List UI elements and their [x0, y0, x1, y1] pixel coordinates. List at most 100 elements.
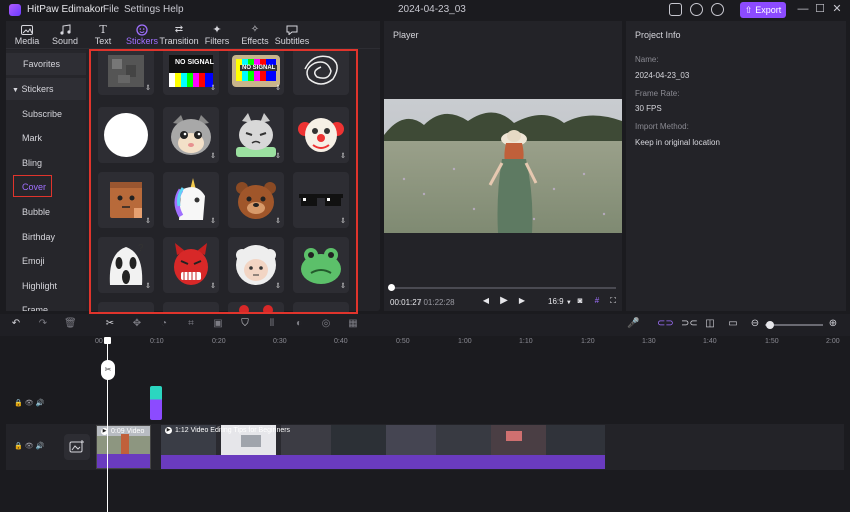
sticker-partial[interactable] — [163, 302, 219, 312]
download-icon: ⇩ — [210, 218, 216, 225]
video-clip[interactable]: ▶ 1:12 Video Editing Tips for Beginners — [161, 425, 605, 469]
sticker-partial[interactable] — [228, 302, 284, 312]
sticker-partial[interactable] — [293, 302, 349, 312]
video-track-controls[interactable]: 🔒 👁 🔊 — [14, 442, 44, 450]
tick-label: 1:20 — [581, 338, 595, 345]
zoom-in-icon[interactable]: ⊕ — [827, 318, 839, 330]
sticker-scribble[interactable] — [293, 51, 349, 95]
download-icon: ⇩ — [275, 283, 281, 290]
sticker-clown[interactable]: ⇩ — [293, 107, 349, 163]
tool-text[interactable]: T Text — [92, 21, 114, 49]
delete-icon[interactable]: 🗑 — [64, 318, 77, 330]
download-icon[interactable] — [690, 3, 703, 16]
sticker-red-devil[interactable]: ⇩ — [163, 237, 219, 293]
tool-filters[interactable]: ✦ Filters — [204, 21, 230, 49]
account-icon[interactable] — [711, 3, 724, 16]
sticker-pixel-sunglasses[interactable]: ⇩ — [293, 172, 349, 228]
preview-quality-icon[interactable]: ▭ — [727, 318, 739, 330]
tick-label: 0:20 — [212, 338, 226, 345]
video-clip[interactable]: ▶ 0:09 Video — [96, 425, 151, 469]
sticker-unicorn[interactable]: ⇩ — [163, 172, 219, 228]
sticker-no-signal-bars[interactable]: NO SIGNAL ⇩ — [163, 51, 219, 95]
sidebar-item-bubble[interactable]: Bubble — [6, 201, 86, 223]
tool-stickers[interactable]: Stickers — [126, 21, 158, 49]
crop-icon[interactable]: ⌗ — [185, 318, 197, 330]
minimize-icon[interactable]: — — [796, 2, 810, 16]
sidebar-item-subscribe[interactable]: Subscribe — [6, 103, 86, 125]
playback-progress-bar[interactable] — [390, 287, 616, 289]
mask-icon[interactable]: ⛉ — [239, 318, 251, 330]
tool-media[interactable]: Media — [14, 21, 40, 49]
sticker-pixel-mosaic[interactable]: ⇩ — [98, 51, 154, 95]
export-label: Export — [755, 5, 782, 15]
sidebar-item-bling[interactable]: Bling — [6, 152, 86, 174]
tool-subtitles[interactable]: Subtitles — [275, 21, 309, 49]
zoom-out-icon[interactable]: ⊖ — [749, 318, 761, 330]
sticker-green-frog[interactable]: ⇩ — [293, 237, 349, 293]
video-preview[interactable] — [384, 99, 622, 233]
snapshot-icon[interactable]: ◙ — [575, 296, 585, 306]
add-to-track-button[interactable] — [64, 434, 90, 460]
tool-effects[interactable]: ✧ Effects — [241, 21, 268, 49]
sticker-brown-bear[interactable]: ⇩ — [228, 172, 284, 228]
menu-help[interactable]: Help — [163, 4, 184, 15]
tool-transition[interactable]: ⇄ Transition — [159, 21, 198, 49]
sticker-sad-cat[interactable]: ⇩ — [163, 107, 219, 163]
playback-progress-knob[interactable] — [388, 284, 395, 291]
sticker-no-signal-tv[interactable]: NO SIGNAL ⇩ — [228, 51, 284, 95]
more-icon[interactable]: ▦ — [347, 318, 359, 330]
play-icon[interactable]: ▶ — [499, 296, 509, 306]
prev-frame-icon[interactable]: ◀ — [481, 296, 491, 306]
sticker-ghost-scream[interactable]: ? ⇩ — [98, 237, 154, 293]
sidebar-item-emoji[interactable]: Emoji — [6, 250, 86, 272]
tool-sound[interactable]: Sound — [52, 21, 78, 49]
timeline-ruler[interactable]: 00 0:10 0:20 0:30 0:40 0:50 1:00 1:10 1:… — [95, 336, 845, 350]
aspect-ratio-select[interactable]: 16:9 ▼ — [548, 297, 572, 306]
sidebar-item-frame[interactable]: Frame — [6, 299, 86, 311]
close-icon[interactable]: ✕ — [830, 2, 844, 16]
microphone-icon[interactable]: 🎤 — [627, 318, 639, 330]
sticker-clip[interactable] — [150, 386, 162, 420]
fullscreen-icon[interactable]: ⛶ — [608, 296, 618, 306]
undo-icon[interactable]: ↶ — [10, 318, 22, 330]
sticker-sheep[interactable]: ⇩ — [228, 237, 284, 293]
sticker-paper-bag[interactable]: ⇩ — [98, 172, 154, 228]
sidebar-item-highlight[interactable]: Highlight — [6, 275, 86, 297]
zoom-slider-knob[interactable] — [766, 321, 774, 329]
sidebar-item-stickers[interactable]: ▼ Stickers — [6, 78, 86, 100]
menu-settings[interactable]: Settings — [124, 4, 160, 15]
redo-icon[interactable]: ↷ — [37, 318, 49, 330]
sticker-partial[interactable] — [98, 302, 154, 312]
magnet-icon[interactable]: ⊃⊂ — [681, 318, 698, 330]
app-logo-icon — [9, 4, 21, 16]
export-button[interactable]: ⇧ Export — [740, 2, 786, 18]
mirror-icon[interactable]: ⫴ — [266, 318, 278, 330]
player-title: Player — [393, 30, 419, 40]
menu-file[interactable]: File — [103, 4, 119, 15]
sticker-track-controls[interactable]: 🔒 👁 🔊 — [14, 399, 44, 407]
playhead-handle[interactable] — [104, 337, 111, 344]
snap-icon[interactable]: ◫ — [704, 318, 716, 330]
transform-icon[interactable]: ▣ — [212, 318, 224, 330]
feedback-icon[interactable] — [669, 3, 682, 16]
filter-icon: ✦ — [212, 24, 222, 36]
next-frame-icon[interactable]: ▶ — [517, 296, 527, 306]
freeze-icon[interactable]: ◎ — [320, 318, 332, 330]
sidebar-item-favorites[interactable]: Favorites — [6, 53, 86, 75]
link-icon[interactable]: ⊂⊃ — [657, 318, 674, 330]
name-label: Name: — [635, 55, 659, 64]
move-icon[interactable]: ✥ — [131, 318, 143, 330]
tick-label: 0:40 — [334, 338, 348, 345]
sidebar-item-birthday[interactable]: Birthday — [6, 226, 86, 248]
sticker-white-circle[interactable] — [98, 107, 154, 163]
color-icon[interactable]: ◐ — [293, 318, 305, 330]
sidebar-item-mark[interactable]: Mark — [6, 127, 86, 149]
split-at-playhead-button[interactable]: ✂ — [101, 360, 115, 380]
speed-icon[interactable]: ◔ — [158, 318, 170, 330]
maximize-icon[interactable]: ☐ — [813, 2, 827, 16]
grid-icon[interactable]: # — [592, 296, 602, 306]
sticker-icon — [135, 23, 149, 36]
tick-label: 1:00 — [458, 338, 472, 345]
sticker-grumpy-cat[interactable]: ⇩ — [228, 107, 284, 163]
split-icon[interactable]: ✂ — [104, 318, 116, 330]
